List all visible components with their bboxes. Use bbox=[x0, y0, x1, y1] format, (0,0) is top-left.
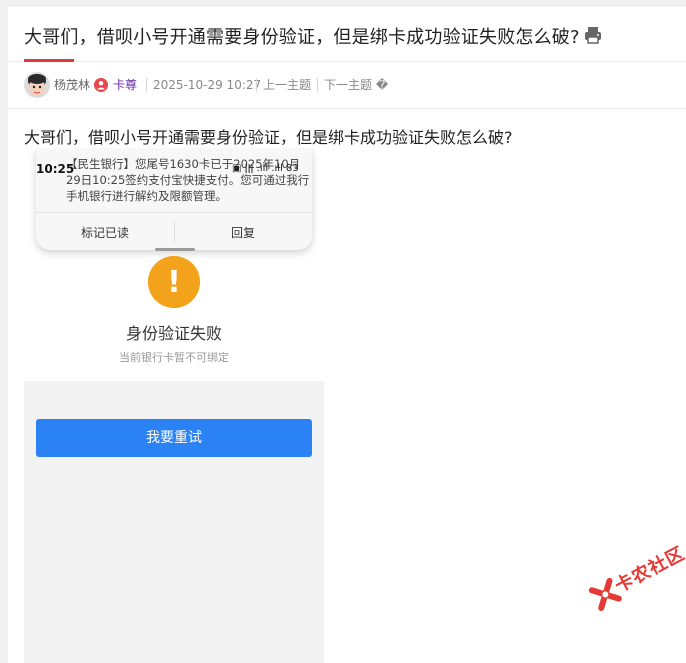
post-title: 大哥们，借呗小号开通需要身份验证，但是绑卡成功验证失败怎么破? bbox=[24, 27, 580, 48]
post-card: 大哥们，借呗小号开通需要身份验证，但是绑卡成功验证失败怎么破? 杨茂林 卡尊 2… bbox=[8, 7, 686, 663]
status-time: 10:25 bbox=[36, 162, 75, 176]
notification-actions: 标记已读 回复 bbox=[36, 212, 312, 250]
post-header: 大哥们，借呗小号开通需要身份验证，但是绑卡成功验证失败怎么破? bbox=[8, 7, 686, 62]
post-body-text: 大哥们，借呗小号开通需要身份验证，但是绑卡成功验证失败怎么破? bbox=[24, 128, 513, 147]
next-topic-link[interactable]: 下一主题 � bbox=[324, 77, 388, 93]
mark-read-button: 标记已读 bbox=[80, 226, 129, 240]
reply-button: 回复 bbox=[230, 226, 255, 240]
fail-title: 身份验证失败 bbox=[125, 324, 222, 343]
user-rank-icon bbox=[94, 78, 108, 92]
sms-notification: 【民生银行】您尾号1630卡已于2025年10月29日10:25签约支付宝快捷支… bbox=[36, 148, 312, 250]
status-icons: ▣ ǀǀǀ .ıll .ıll 83 bbox=[232, 163, 299, 174]
warning-icon: ! bbox=[148, 256, 200, 308]
post-date: 2025-10-29 10:27 bbox=[153, 78, 262, 92]
fail-subtitle: 当前银行卡暂不可绑定 bbox=[119, 351, 229, 364]
meta-divider bbox=[317, 78, 318, 92]
screenshot-upper: 【民生银行】您尾号1630卡已于2025年10月29日10:25签约支付宝快捷支… bbox=[24, 148, 324, 381]
author-name[interactable]: 杨茂林 bbox=[54, 77, 90, 93]
meta-divider bbox=[146, 78, 147, 92]
meta-divider bbox=[256, 78, 257, 92]
title-accent-bar bbox=[24, 59, 74, 62]
attached-screenshot[interactable]: 【民生银行】您尾号1630卡已于2025年10月29日10:25签约支付宝快捷支… bbox=[24, 148, 324, 663]
user-rank: 卡尊 bbox=[113, 78, 138, 92]
warning-glyph: ! bbox=[167, 265, 181, 300]
retry-button: 我要重试 bbox=[36, 419, 312, 457]
post-meta: 杨茂林 卡尊 2025-10-29 10:27 上一主题 下一主题 � bbox=[8, 63, 686, 109]
print-icon[interactable] bbox=[583, 25, 603, 45]
prev-topic-link[interactable]: 上一主题 bbox=[263, 77, 311, 93]
avatar[interactable] bbox=[24, 72, 50, 98]
home-indicator bbox=[155, 248, 195, 251]
